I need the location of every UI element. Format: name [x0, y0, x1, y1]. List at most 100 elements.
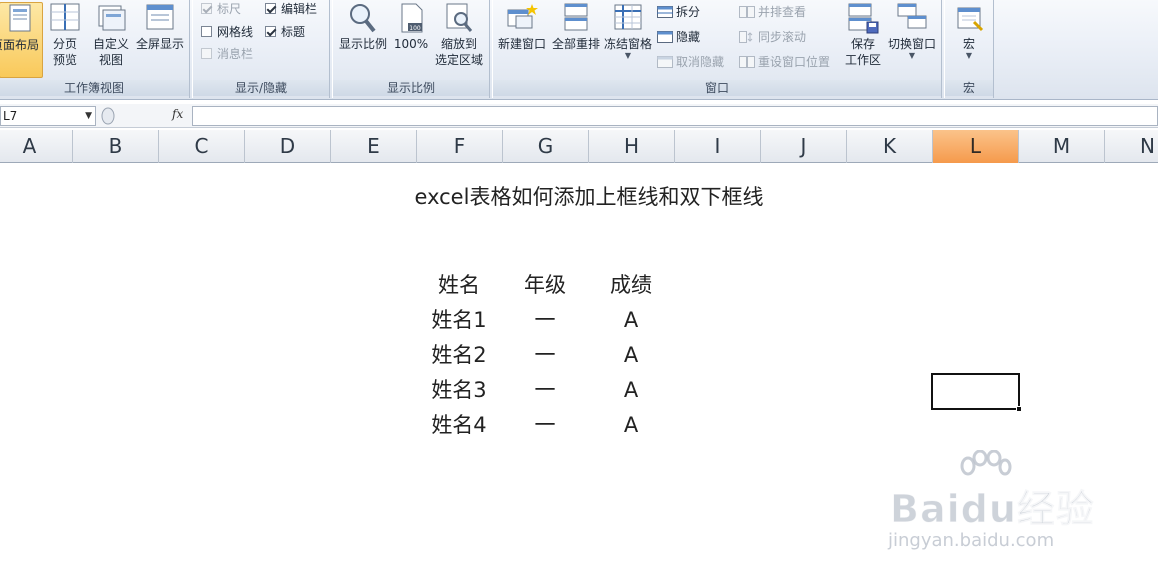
- ribbon: 页面布局 分页 预览 自定义 视图: [0, 0, 1158, 100]
- zoom-to-selection-label-1: 缩放到: [440, 37, 477, 51]
- column-header-a[interactable]: A: [0, 130, 73, 163]
- group-macros: 宏 ▼ 宏: [944, 0, 994, 98]
- zoom-100-button[interactable]: 100 100%: [391, 2, 431, 52]
- table-header-cell[interactable]: 姓名: [416, 270, 502, 300]
- table-cell[interactable]: A: [588, 410, 674, 440]
- fill-handle[interactable]: [1016, 406, 1022, 412]
- column-header-d[interactable]: D: [245, 130, 331, 163]
- reset-window-position-label: 重设窗口位置: [758, 55, 831, 69]
- view-side-by-side-button[interactable]: 并排查看: [739, 4, 806, 20]
- ruler-checkbox[interactable]: 标尺: [201, 1, 241, 17]
- message-bar-label: 消息栏: [217, 47, 254, 61]
- page-layout-label: 页面布局: [0, 38, 39, 52]
- column-header-l[interactable]: L: [933, 130, 1019, 163]
- sync-scrolling-button[interactable]: 同步滚动: [739, 29, 806, 45]
- table-cell[interactable]: 姓名1: [416, 305, 502, 335]
- new-window-label: 新建窗口: [497, 37, 546, 51]
- column-header-c[interactable]: C: [159, 130, 245, 163]
- formula-input[interactable]: [192, 106, 1158, 126]
- table-cell[interactable]: A: [588, 305, 674, 335]
- group-label-zoom: 显示比例: [333, 80, 489, 96]
- column-header-e[interactable]: E: [331, 130, 417, 163]
- table-cell[interactable]: 姓名3: [416, 375, 502, 405]
- sync-scrolling-label: 同步滚动: [758, 30, 807, 44]
- custom-views-label-2: 视图: [98, 53, 123, 67]
- page-layout-button[interactable]: 页面布局: [0, 2, 43, 78]
- sheet-title-cell[interactable]: excel表格如何添加上框线和双下框线: [0, 182, 1158, 212]
- column-header-k[interactable]: K: [847, 130, 933, 163]
- custom-views-button[interactable]: 自定义 视图: [91, 2, 131, 68]
- formula-bar-label: 编辑栏: [281, 2, 318, 16]
- headings-check-icon: [265, 26, 276, 37]
- gridlines-label: 网格线: [217, 25, 254, 39]
- formula-splitter-icon[interactable]: [100, 107, 116, 125]
- active-cell-selection[interactable]: [931, 373, 1022, 412]
- column-header-j[interactable]: J: [761, 130, 847, 163]
- column-headers: ABCDEFGHIJKLMN: [0, 130, 1158, 163]
- table-cell[interactable]: 一: [502, 305, 588, 335]
- hide-button[interactable]: 隐藏: [657, 29, 700, 45]
- table-cell[interactable]: 一: [502, 375, 588, 405]
- freeze-panes-button[interactable]: 冻结窗格 ▼: [603, 2, 653, 60]
- zoom-button[interactable]: 显示比例: [337, 2, 389, 52]
- gridlines-checkbox[interactable]: 网格线: [201, 24, 253, 40]
- ruler-check-icon: [201, 3, 212, 14]
- table-header-cell[interactable]: 成绩: [588, 270, 674, 300]
- headings-checkbox[interactable]: 标题: [265, 24, 305, 40]
- page-break-label-2: 预览: [52, 53, 77, 67]
- full-screen-label: 全屏显示: [135, 37, 184, 51]
- hide-window-icon: [657, 31, 673, 43]
- name-box[interactable]: L7 ▼: [0, 106, 96, 126]
- custom-views-icon: [98, 5, 126, 31]
- table-cell[interactable]: A: [588, 375, 674, 405]
- reset-window-position-button[interactable]: 重设窗口位置: [739, 54, 830, 70]
- arrange-all-button[interactable]: 全部重排: [549, 2, 603, 52]
- unhide-window-icon: [657, 56, 673, 68]
- page-break-preview-button[interactable]: 分页 预览: [45, 2, 85, 68]
- group-label-show-hide: 显示/隐藏: [193, 80, 329, 96]
- name-box-dropdown-icon[interactable]: ▼: [85, 107, 92, 125]
- macros-button[interactable]: 宏 ▼: [949, 2, 989, 60]
- split-button[interactable]: 拆分: [657, 4, 700, 20]
- new-window-icon: [507, 4, 538, 29]
- gridlines-check-icon: [201, 26, 212, 37]
- save-workspace-button[interactable]: 保存 工作区: [837, 2, 889, 68]
- table-cell[interactable]: 一: [502, 340, 588, 370]
- table-cell[interactable]: 姓名4: [416, 410, 502, 440]
- column-header-g[interactable]: G: [503, 130, 589, 163]
- headings-label: 标题: [281, 25, 306, 39]
- column-header-i[interactable]: I: [675, 130, 761, 163]
- table-cell[interactable]: 姓名2: [416, 340, 502, 370]
- save-workspace-icon: [848, 3, 879, 34]
- table-cell[interactable]: 一: [502, 410, 588, 440]
- formula-bar-checkbox[interactable]: 编辑栏: [265, 1, 317, 17]
- table-cell[interactable]: A: [588, 340, 674, 370]
- group-label-workbook-views: 工作簿视图: [0, 80, 189, 96]
- zoom-label: 显示比例: [338, 37, 387, 51]
- ruler-label: 标尺: [217, 2, 242, 16]
- switch-windows-label: 切换窗口: [887, 37, 936, 51]
- column-header-m[interactable]: M: [1019, 130, 1105, 163]
- switch-windows-button[interactable]: 切换窗口 ▼: [885, 2, 939, 60]
- switch-windows-icon: [897, 3, 927, 29]
- watermark-url: jingyan.baidu.com: [888, 530, 1055, 551]
- zoom-100-label: 100%: [393, 37, 429, 51]
- column-header-b[interactable]: B: [73, 130, 159, 163]
- magnifier-icon: [350, 4, 376, 33]
- arrange-all-label: 全部重排: [551, 37, 600, 51]
- message-bar-checkbox[interactable]: 消息栏: [201, 46, 253, 62]
- page-break-label-1: 分页: [52, 37, 77, 51]
- table-header-cell[interactable]: 年级: [502, 270, 588, 300]
- full-screen-button[interactable]: 全屏显示: [133, 2, 187, 52]
- column-header-f[interactable]: F: [417, 130, 503, 163]
- zoom-to-selection-button[interactable]: 缩放到 选定区域: [431, 2, 487, 68]
- new-window-button[interactable]: 新建窗口: [495, 2, 549, 52]
- insert-function-icon[interactable]: fx: [172, 107, 183, 121]
- formula-bar-check-icon: [265, 3, 276, 14]
- column-header-h[interactable]: H: [589, 130, 675, 163]
- view-side-by-side-label: 并排查看: [758, 5, 807, 19]
- macros-dropdown-icon: ▼: [965, 51, 973, 60]
- unhide-button[interactable]: 取消隐藏: [657, 54, 724, 70]
- arrange-all-icon: [564, 3, 588, 31]
- column-header-n[interactable]: N: [1105, 130, 1158, 163]
